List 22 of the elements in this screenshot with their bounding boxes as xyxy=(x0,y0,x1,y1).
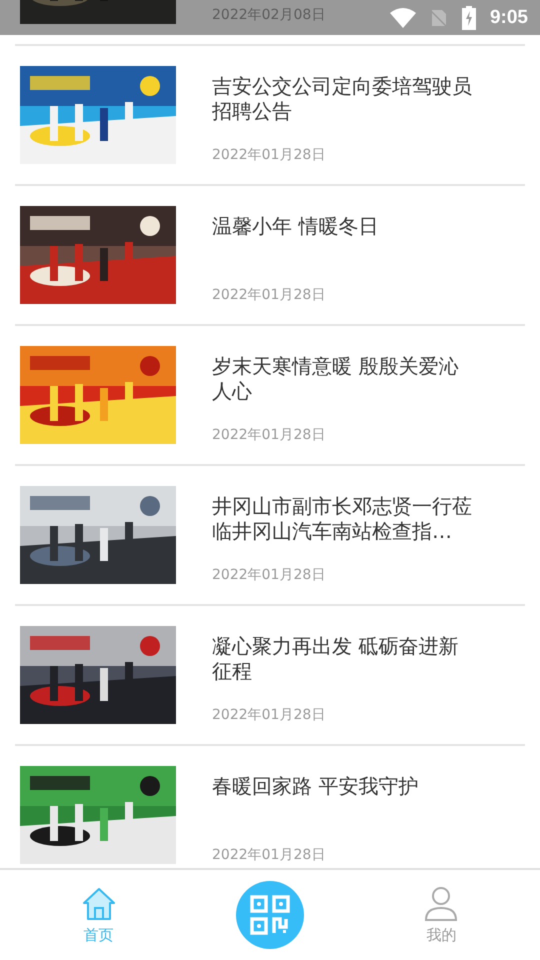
news-title[interactable]: 凝心聚力再出发 砥砺奋进新征程 xyxy=(212,634,474,684)
news-title[interactable]: 吉安公交公司定向委培驾驶员招聘公告 xyxy=(212,74,474,124)
news-date: 2022年01月28日 xyxy=(212,566,326,584)
status-time: 9:05 xyxy=(490,6,528,28)
person-icon xyxy=(424,886,458,922)
news-date: 2022年01月28日 xyxy=(212,146,326,164)
news-title[interactable]: 井冈山市副市长邓志贤一行莅临井冈山汽车南站检查指… xyxy=(212,494,474,544)
news-date: 2022年01月28日 xyxy=(212,286,326,304)
battery-charging-icon xyxy=(462,6,476,30)
news-date: 2022年01月28日 xyxy=(212,706,326,724)
news-date: 2022年01月28日 xyxy=(212,426,326,444)
news-title[interactable]: 春暖回家路 平安我守护 xyxy=(212,774,474,799)
home-icon xyxy=(80,886,117,922)
nav-label: 我的 xyxy=(426,926,456,944)
news-date: 2022年02月08日 xyxy=(212,6,326,24)
no-sim-icon xyxy=(430,8,448,28)
news-title[interactable]: 温馨小年 情暖冬日 xyxy=(212,214,474,239)
nav-label: 首页 xyxy=(84,926,114,944)
news-date: 2022年01月28日 xyxy=(212,846,326,864)
qr-code-icon xyxy=(250,895,290,935)
wifi-icon xyxy=(390,8,416,28)
news-title[interactable]: 岁末天寒情意暖 殷殷关爱沁人心 xyxy=(212,354,474,404)
